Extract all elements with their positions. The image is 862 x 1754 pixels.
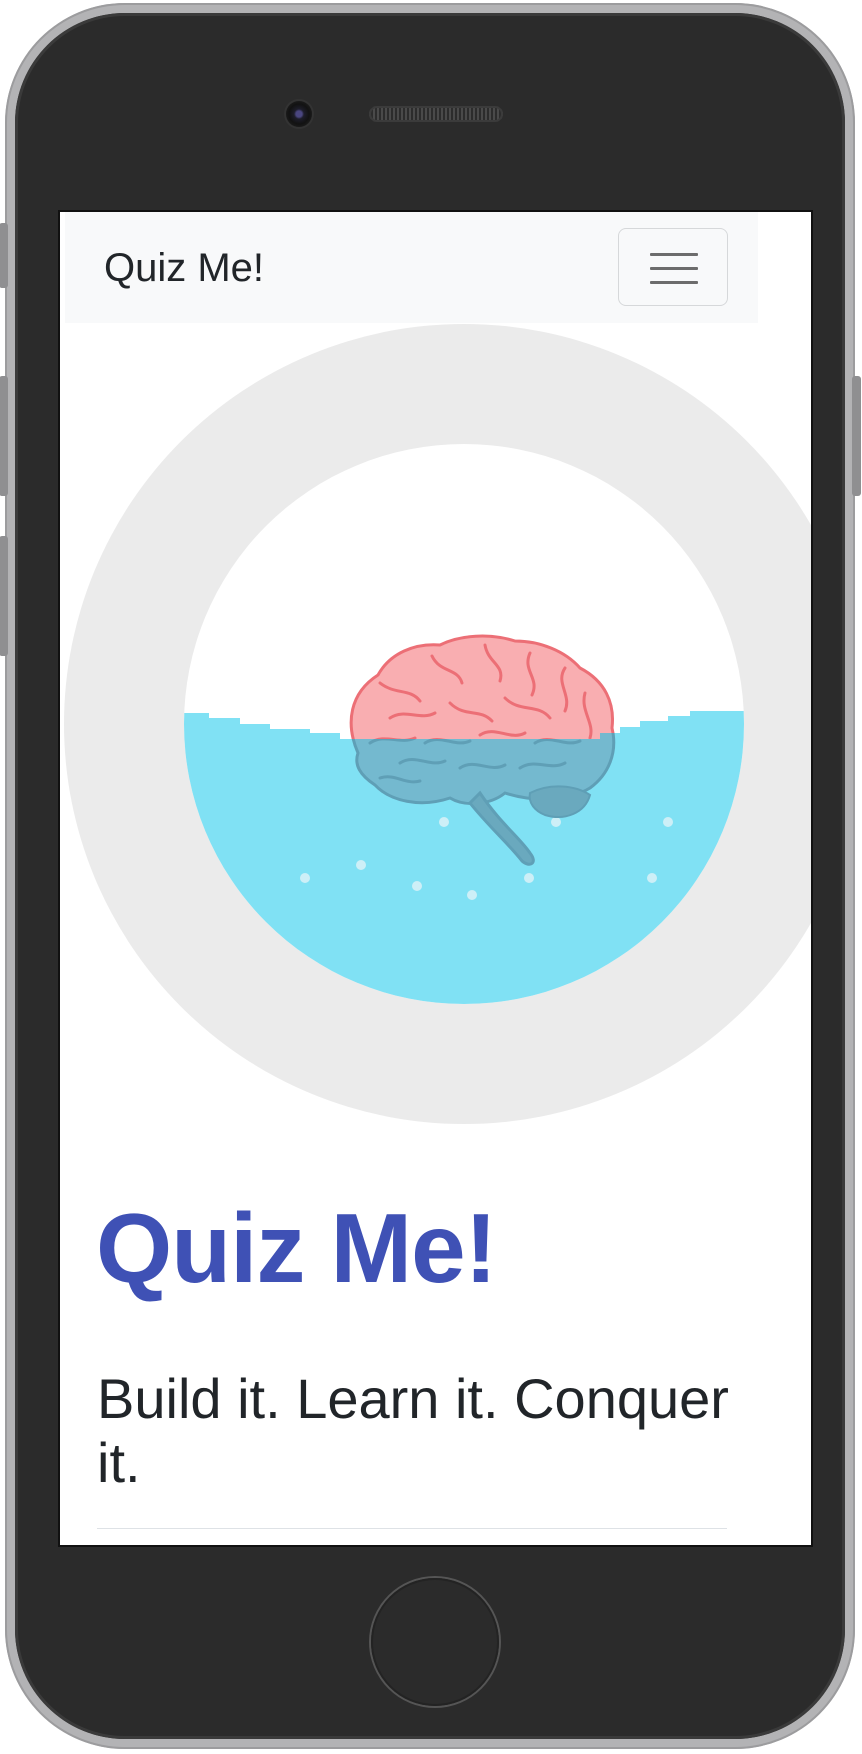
home-button[interactable] xyxy=(371,1578,499,1706)
hamburger-menu-icon-bar xyxy=(650,267,698,270)
hero-title: Quiz Me! xyxy=(96,1193,497,1303)
hamburger-menu-icon xyxy=(650,253,698,256)
hero-subtitle: Build it. Learn it. Conquer it. xyxy=(97,1367,729,1495)
camera-icon xyxy=(286,101,312,127)
screen: Quiz Me! Quiz Me! Build it. Learn it. Co… xyxy=(60,212,811,1545)
navbar-brand[interactable]: Quiz Me! xyxy=(104,246,264,291)
navbar: Quiz Me! xyxy=(65,212,758,323)
speaker-grille xyxy=(369,106,503,122)
hamburger-menu-icon-bar xyxy=(650,281,698,284)
silent-switch xyxy=(0,223,8,288)
brain-in-water-icon xyxy=(64,324,811,1124)
volume-up-button xyxy=(0,376,8,496)
divider xyxy=(97,1528,727,1529)
volume-down-button xyxy=(0,536,8,656)
navbar-toggler-button[interactable] xyxy=(618,228,728,306)
power-button xyxy=(852,376,861,496)
phone-frame: Quiz Me! Quiz Me! Build it. Learn it. Co… xyxy=(0,3,861,1749)
